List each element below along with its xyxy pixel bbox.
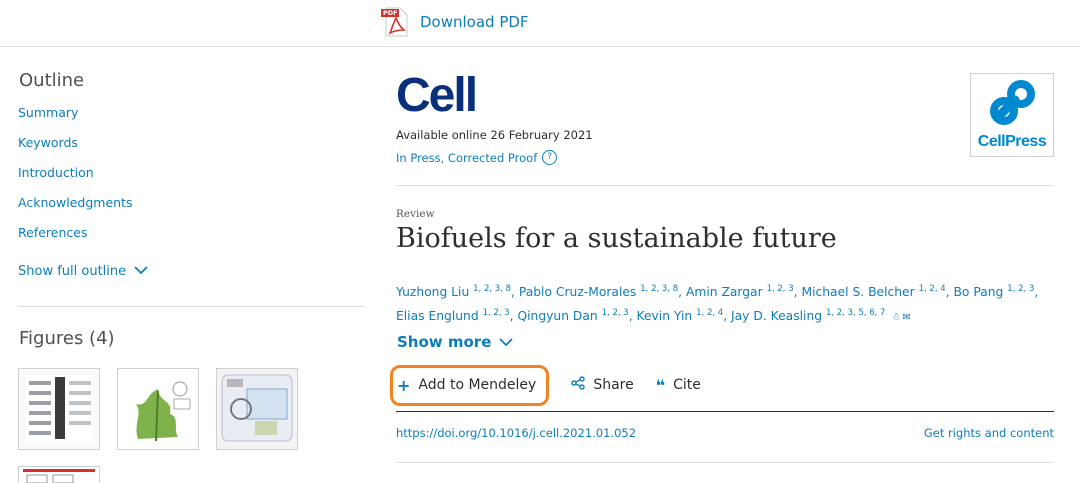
sidebar-divider [18, 306, 364, 307]
author[interactable]: Jay D. Keasling 1, 2, 3, 5, 6, 7 [731, 308, 885, 323]
cite-button[interactable]: ❝ Cite [656, 376, 701, 395]
available-online: Available online 26 February 2021 [396, 128, 593, 142]
author[interactable]: Yuzhong Liu 1, 2, 3, 8 [396, 284, 511, 299]
author[interactable]: Qingyun Dan 1, 2, 3 [517, 308, 628, 323]
outline-item-keywords[interactable]: Keywords [18, 135, 368, 165]
figure-thumbnail-3[interactable] [216, 368, 298, 450]
chevron-down-icon [499, 333, 514, 351]
add-to-mendeley-button[interactable]: + Add to Mendeley [390, 364, 550, 406]
pdf-file-icon: PDF [380, 6, 410, 38]
top-bar: PDF Download PDF [0, 0, 1080, 47]
show-full-outline-label[interactable]: Show full outline [18, 264, 126, 279]
doi-link[interactable]: https://doi.org/10.1016/j.cell.2021.01.0… [396, 426, 636, 440]
divider [396, 411, 1054, 412]
help-icon[interactable]: ? [542, 150, 558, 165]
divider [396, 185, 1054, 186]
article-title: Biofuels for a sustainable future [396, 223, 837, 254]
show-more-label[interactable]: Show more [397, 333, 491, 351]
show-more-button[interactable]: Show more [397, 333, 514, 351]
outline-item-acknowledgments[interactable]: Acknowledgments [18, 195, 368, 225]
author[interactable]: Kevin Yin 1, 2, 4 [637, 308, 724, 323]
outline-item-introduction[interactable]: Introduction [18, 165, 368, 195]
person-icon[interactable]: ☃ [891, 312, 900, 323]
share-icon [571, 376, 586, 394]
publisher-logo[interactable]: CellPress [970, 73, 1054, 157]
article-status-label[interactable]: In Press, Corrected Proof [396, 151, 537, 165]
figure-thumbnail-4[interactable] [18, 466, 100, 483]
figure-thumbnail-2[interactable] [117, 368, 199, 450]
outline-item-summary[interactable]: Summary [18, 105, 368, 135]
publisher-logo-text: CellPress [977, 133, 1047, 150]
outline-item-references[interactable]: References [18, 225, 368, 255]
author-list: Yuzhong Liu 1, 2, 3, 8, Pablo Cruz-Moral… [396, 284, 1039, 324]
article-status: In Press, Corrected Proof ? [396, 150, 1054, 165]
download-pdf-link[interactable]: PDF Download PDF [380, 6, 529, 38]
author[interactable]: Michael S. Belcher 1, 2, 4 [801, 284, 945, 299]
outline-title: Outline [19, 70, 85, 91]
rights-link[interactable]: Get rights and content [924, 426, 1054, 440]
cellpress-logo-icon [990, 80, 1035, 125]
article-actions: + Add to Mendeley Share ❝ Cite [390, 364, 1054, 406]
show-full-outline-button[interactable]: Show full outline [18, 259, 368, 283]
figure-thumbnail-1[interactable] [18, 368, 100, 450]
article-header: Cell Available online 26 February 2021 I… [390, 72, 1054, 463]
author[interactable]: Pablo Cruz-Morales 1, 2, 3, 8 [519, 284, 678, 299]
quote-icon: ❝ [655, 375, 666, 395]
article-type: Review [396, 208, 435, 220]
email-icon[interactable]: ✉ [902, 312, 910, 323]
share-button[interactable]: Share [571, 376, 634, 394]
author[interactable]: Amin Zargar 1, 2, 3 [686, 284, 794, 299]
author[interactable]: Bo Pang 1, 2, 3 [953, 284, 1034, 299]
share-label[interactable]: Share [593, 377, 633, 393]
outline-list: Summary Keywords Introduction Acknowledg… [18, 105, 368, 255]
add-to-mendeley-label[interactable]: Add to Mendeley [418, 377, 536, 393]
cite-label[interactable]: Cite [673, 377, 701, 393]
author[interactable]: Elias Englund 1, 2, 3 [396, 308, 510, 323]
sidebar: Outline Summary Keywords Introduction Ac… [18, 70, 368, 483]
divider [396, 462, 1054, 463]
journal-logo[interactable]: Cell [396, 72, 1054, 122]
plus-icon: + [397, 375, 411, 395]
download-pdf-label[interactable]: Download PDF [420, 13, 529, 31]
figures-title: Figures (4) [19, 328, 115, 349]
chevron-down-icon [134, 264, 148, 279]
figure-thumbnails [18, 368, 298, 450]
pdf-badge-text: PDF [383, 9, 398, 17]
